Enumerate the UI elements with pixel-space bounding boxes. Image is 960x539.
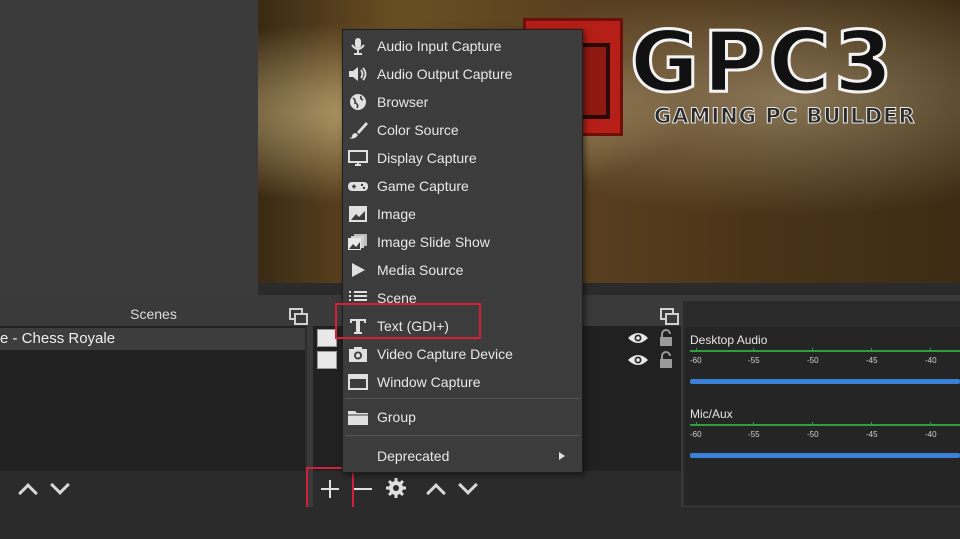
move-scene-down-icon[interactable] xyxy=(50,475,70,495)
scenes-dock-title: Scenes xyxy=(0,301,307,327)
menu-item-game-capture[interactable]: Game Capture xyxy=(343,173,582,199)
paintbrush-icon xyxy=(349,122,368,139)
menu-item-label: Color Source xyxy=(377,122,459,138)
scenes-undock-icon[interactable] xyxy=(289,308,308,325)
meter-scale-label: -40 xyxy=(925,430,937,439)
remove-source-minus-icon[interactable] xyxy=(352,477,374,501)
menu-item-label: Video Capture Device xyxy=(377,346,513,362)
meter-scale-label: -50 xyxy=(807,356,819,365)
text-gdi-highlight xyxy=(335,303,481,339)
menu-item-audio-input-capture[interactable]: Audio Input Capture xyxy=(343,33,582,59)
menu-item-deprecated[interactable]: Deprecated xyxy=(343,443,582,469)
move-scene-up-icon[interactable] xyxy=(18,483,38,503)
menu-separator xyxy=(345,398,580,399)
visibility-eye-icon[interactable] xyxy=(627,331,649,345)
add-button-highlight xyxy=(306,467,354,512)
menu-item-image[interactable]: Image xyxy=(343,201,582,227)
menu-item-video-capture-device[interactable]: Video Capture Device xyxy=(343,341,582,367)
logo-subtitle: GAMING PC BUILDER xyxy=(654,104,916,129)
menu-separator xyxy=(345,435,580,436)
menu-item-display-capture[interactable]: Display Capture xyxy=(343,145,582,171)
visibility-eye-icon[interactable] xyxy=(627,353,649,367)
microphone-icon xyxy=(351,38,365,55)
lock-open-icon[interactable] xyxy=(659,329,673,347)
menu-item-label: Image xyxy=(377,206,416,222)
meter-scale-label: -55 xyxy=(748,430,760,439)
source-image-icon xyxy=(317,329,337,347)
meter-scale-label: -45 xyxy=(866,356,878,365)
scenes-toolbar xyxy=(0,471,307,507)
menu-item-group[interactable]: Group xyxy=(343,404,582,430)
gamepad-icon xyxy=(348,182,368,191)
meter-scale-label: -40 xyxy=(925,356,937,365)
menu-item-label: Audio Input Capture xyxy=(377,38,502,54)
meter-scale-label: -50 xyxy=(807,430,819,439)
mic-volume-slider[interactable] xyxy=(690,453,960,458)
sources-undock-icon[interactable] xyxy=(660,308,679,325)
folder-icon xyxy=(348,411,368,425)
menu-item-label: Window Capture xyxy=(377,374,481,390)
meter-scale-label: -60 xyxy=(690,356,702,365)
slideshow-icon xyxy=(348,234,367,250)
scene-item-selected[interactable]: e - Chess Royale xyxy=(0,328,305,350)
menu-item-media-source[interactable]: Media Source xyxy=(343,257,582,283)
menu-item-label: Browser xyxy=(377,94,429,110)
preview-empty-area xyxy=(0,0,258,295)
source-image-icon xyxy=(317,351,337,369)
audio-meter-mic xyxy=(690,424,960,426)
status-bar xyxy=(0,507,960,539)
menu-item-label: Audio Output Capture xyxy=(377,66,513,82)
submenu-arrow-icon xyxy=(559,452,565,460)
menu-item-color-source[interactable]: Color Source xyxy=(343,117,582,143)
menu-item-image-slide-show[interactable]: Image Slide Show xyxy=(343,229,582,255)
mixer-channel-name: Desktop Audio xyxy=(690,333,768,347)
add-source-context-menu: Audio Input Capture Audio Output Capture… xyxy=(342,29,583,473)
menu-item-label: Group xyxy=(377,409,416,425)
source-properties-gear-icon[interactable] xyxy=(384,476,408,500)
camera-icon xyxy=(349,347,367,362)
image-icon xyxy=(349,206,367,222)
speaker-icon xyxy=(349,67,367,81)
meter-scale-label: -60 xyxy=(690,430,702,439)
menu-item-browser[interactable]: Browser xyxy=(343,89,582,115)
menu-item-label: Deprecated xyxy=(377,448,450,464)
menu-item-label: Display Capture xyxy=(377,150,477,166)
mixer-channel-name: Mic/Aux xyxy=(690,407,733,421)
lock-open-icon[interactable] xyxy=(659,351,673,369)
menu-item-label: Media Source xyxy=(377,262,464,278)
logo-title: GPC3 xyxy=(629,13,897,111)
monitor-icon xyxy=(348,150,368,166)
meter-scale-label: -55 xyxy=(748,356,760,365)
menu-item-audio-output-capture[interactable]: Audio Output Capture xyxy=(343,61,582,87)
desktop-volume-slider[interactable] xyxy=(690,379,960,384)
play-icon xyxy=(352,263,365,277)
menu-item-label: Game Capture xyxy=(377,178,469,194)
globe-icon xyxy=(350,94,366,110)
meter-scale-label: -45 xyxy=(866,430,878,439)
window-icon xyxy=(348,374,368,390)
menu-item-window-capture[interactable]: Window Capture xyxy=(343,369,582,395)
audio-meter-desktop xyxy=(690,350,960,352)
menu-item-label: Image Slide Show xyxy=(377,234,490,250)
